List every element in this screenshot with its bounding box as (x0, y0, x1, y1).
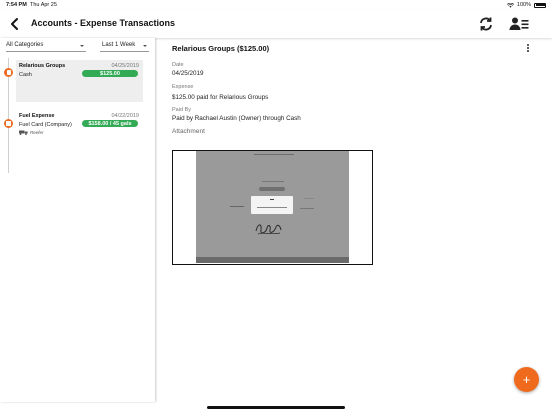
caret-down-icon (80, 45, 84, 47)
date-value: 04/25/2019 (172, 70, 204, 77)
attachment-thumbnail[interactable] (172, 150, 373, 265)
filter-row: All Categories Last 1 Week (0, 38, 155, 54)
transaction-method: Fuel Card (Company) (19, 122, 72, 128)
transaction-date: 04/25/2019 (111, 63, 139, 69)
signature-image (255, 224, 282, 235)
paid-by-label: Paid By (172, 107, 191, 113)
receipt-icon (4, 68, 13, 77)
date-label: Date (172, 62, 184, 68)
page-title: Accounts - Expense Transactions (31, 18, 176, 28)
list-item[interactable]: Relarious Groups 04/25/2019 Cash $125.00 (16, 60, 143, 102)
amount-badge: $125.00 (82, 70, 138, 77)
vehicle-tag: Reefer (19, 130, 44, 135)
vehicle-name: Reefer (30, 130, 44, 135)
battery-percent: 100% (516, 2, 531, 8)
transaction-name: Fuel Expense (19, 113, 55, 119)
transaction-date: 04/22/2019 (111, 113, 139, 119)
expense-label: Expense (172, 84, 194, 90)
profile-list-icon[interactable] (509, 16, 529, 32)
attachment-image (196, 151, 349, 263)
truck-icon (19, 130, 28, 135)
transaction-method: Cash (19, 72, 32, 78)
status-time: 7:54 PM (6, 2, 27, 8)
expense-value: $125.00 paid for Relarious Groups (172, 94, 269, 101)
paid-by-value: Paid by Rachael Austin (Owner) through C… (172, 115, 301, 122)
amount-badge: $158.00 / 45 gals (82, 120, 138, 127)
add-expense-button[interactable]: + (514, 367, 539, 392)
status-bar: 7:54 PM Thu Apr 25 100% (0, 0, 552, 10)
attachment-label: Attachment (172, 128, 205, 135)
more-vertical-icon[interactable] (524, 44, 532, 56)
list-item[interactable]: Fuel Expense 04/22/2019 Fuel Card (Compa… (16, 110, 143, 144)
transaction-list-panel: All Categories Last 1 Week Relarious Gro… (0, 38, 155, 402)
transaction-name: Relarious Groups (19, 63, 66, 69)
period-filter-value: Last 1 Week (102, 42, 136, 48)
category-filter-value: All Categories (6, 42, 44, 48)
category-filter-dropdown[interactable]: All Categories (6, 42, 86, 52)
detail-title: Relarious Groups ($125.00) (172, 44, 270, 53)
sync-icon[interactable] (478, 16, 494, 32)
wifi-icon (506, 2, 514, 8)
battery-icon (534, 2, 546, 8)
caret-down-icon (143, 45, 147, 47)
period-filter-dropdown[interactable]: Last 1 Week (100, 42, 149, 52)
status-right: 100% (506, 2, 546, 8)
status-date: Thu Apr 25 (30, 2, 57, 8)
home-indicator (207, 406, 345, 409)
nav-bar: Accounts - Expense Transactions (0, 10, 552, 38)
fuel-pump-icon (4, 119, 13, 128)
chevron-left-icon[interactable] (8, 17, 22, 31)
